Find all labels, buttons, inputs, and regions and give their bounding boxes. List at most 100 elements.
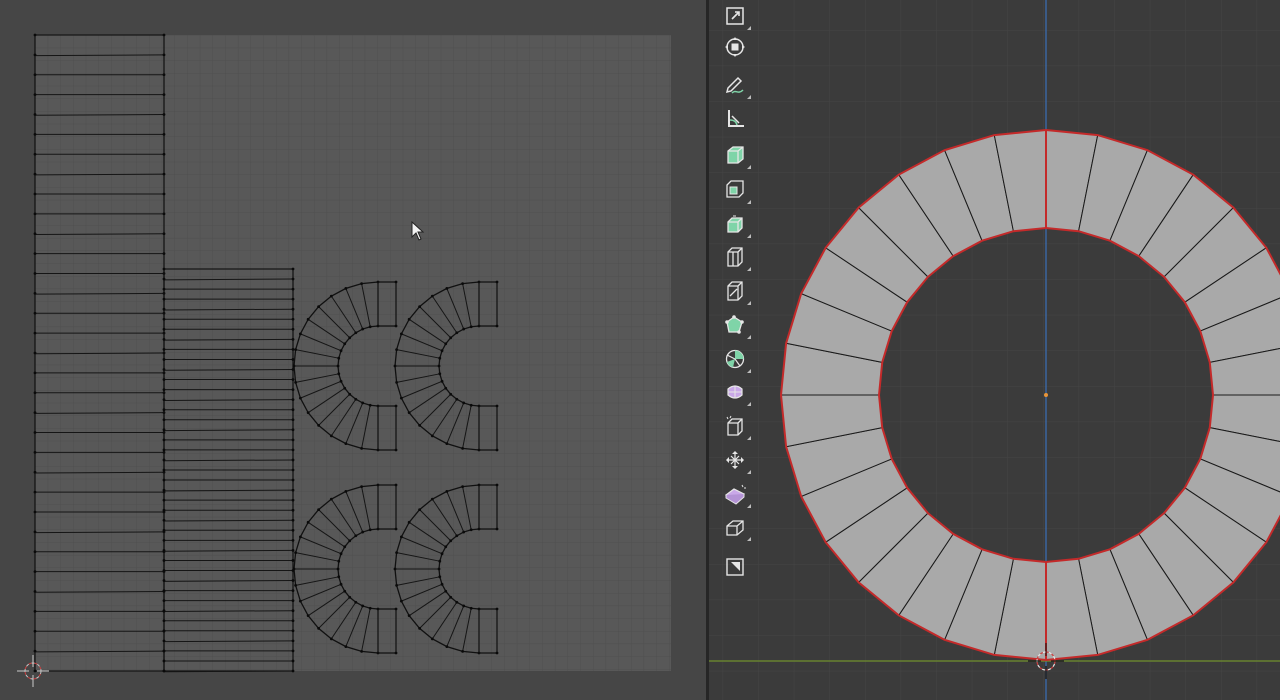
uv-vertex [33,291,37,295]
uv-vertex [162,232,166,236]
uv-vertex [294,583,298,587]
uv-vertex [291,549,295,552]
viewport-canvas[interactable] [709,0,1280,700]
uv-vertex [291,538,295,542]
tool-measure[interactable] [717,103,753,135]
uv-vertex [162,132,166,136]
uv-vertex [394,324,398,328]
uv-vertex [291,508,295,512]
edge-slide-icon [726,451,744,469]
uv-vertex [394,607,398,611]
tool-toggle-xray[interactable] [717,551,753,583]
uv-vertex [291,478,295,482]
extrude-region-icon [726,180,744,198]
uv-vertex [162,172,166,176]
tool-inset-faces[interactable] [717,208,753,240]
uv-vertex [455,331,459,335]
uv-vertex [344,645,348,649]
uv-vertex [162,317,166,321]
uv-vertex [162,327,166,331]
uv-vertex [462,530,466,534]
uv-vertex [33,192,37,196]
transform-icon [725,37,745,57]
tool-bevel[interactable] [717,241,753,273]
uv-vertex [33,649,37,653]
uv-vertex [337,372,341,376]
tool-annotate[interactable] [717,69,753,101]
uv-vertex [344,489,348,493]
tool-loop-cut[interactable] [717,275,753,307]
uv-vertex [430,637,434,641]
uv-vertex [495,404,499,408]
uv-vertex [449,539,453,543]
uv-vertex [162,508,166,512]
uv-vertex [444,589,448,593]
uv-vertex [291,559,295,562]
uv-vertex [360,282,364,286]
uv-editor[interactable] [0,0,706,700]
uv-vertex [33,93,37,97]
uv-vertex [394,651,398,655]
uv-vertex [317,626,321,630]
uv-vertex [394,280,398,284]
uv-vertex [33,590,37,593]
uv-vertex [336,364,340,368]
uv-vertex [291,498,295,502]
uv-vertex [495,324,499,328]
uv-vertex [455,397,459,401]
uv-vertex [294,551,298,555]
uv-vertex [162,398,166,402]
tool-smooth[interactable] [717,410,753,442]
uv-vertex [291,277,295,281]
tool-spin[interactable] [717,376,753,408]
uv-vertex [399,332,403,336]
uv-vertex [162,378,166,381]
uv-vertex [418,508,422,512]
uv-vertex [33,33,37,37]
uv-vertex [438,559,442,563]
tool-shear[interactable] [717,511,753,543]
uv-vertex [298,396,302,400]
uv-vertex [394,448,398,452]
uv-vertex [360,649,364,653]
uv-vertex [329,294,333,298]
tool-transform[interactable] [717,31,753,63]
tool-poly-build[interactable] [717,343,753,375]
tool-knife[interactable] [717,309,753,341]
uv-vertex [336,567,340,571]
3d-viewport[interactable] [709,0,1280,700]
annotate-icon [725,76,744,94]
uv-vertex [445,645,449,649]
uv-vertex [394,527,398,531]
uv-vertex [438,356,442,360]
uv-vertex [162,528,166,532]
uv-vertex [291,528,295,532]
tool-edge-slide[interactable] [717,444,753,476]
uv-vertex [294,380,298,384]
uv-vertex [162,629,166,633]
tool-shrink-fatten[interactable] [717,478,753,510]
uv-vertex [407,614,411,618]
uv-vertex [418,626,422,630]
uv-vertex [162,639,166,643]
tool-scale-cage[interactable] [717,0,753,32]
tool-add-cube[interactable] [717,139,753,171]
uv-vertex [368,606,372,610]
tool-extrude-region[interactable] [717,174,753,206]
uv-vertex [317,305,321,309]
uv-vertex [317,508,321,512]
uv-vertex [444,342,448,346]
uv-vertex [343,589,347,593]
uv-vertex [162,579,166,582]
uv-vertex [33,212,37,216]
uv-vertex [162,649,166,653]
uv-vertex [33,232,37,236]
uv-vertex [298,599,302,603]
uv-vertex [455,600,459,604]
uv-vertex [399,535,403,539]
uv-vertex [33,371,37,375]
uv-vertex [162,559,166,562]
uv-vertex [348,336,352,340]
uv-canvas[interactable] [0,0,706,700]
uv-vertex [306,411,310,415]
